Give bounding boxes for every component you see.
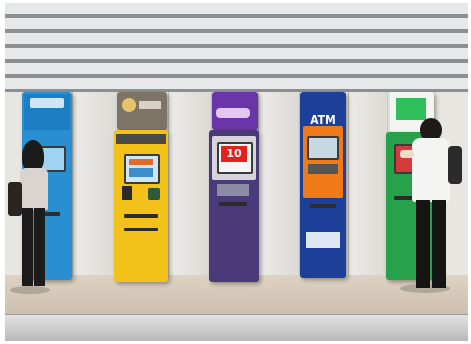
atm-screen: 10 [217, 142, 253, 174]
leg [34, 208, 45, 286]
screen-content [129, 168, 153, 177]
backpack [448, 146, 462, 184]
cash-slot [219, 202, 247, 206]
atm-header-text: ATM [310, 113, 336, 126]
leg [432, 200, 446, 288]
white-top [20, 168, 48, 210]
louvered-ceiling [5, 3, 468, 93]
atm-header [24, 94, 70, 130]
bank-logo-text [139, 101, 161, 109]
atm-top-strip [116, 134, 166, 144]
atm-screen [307, 136, 339, 160]
arm [400, 150, 414, 158]
screen-banner [129, 159, 153, 165]
bank-logo [216, 108, 250, 118]
promo-badge: 10 [221, 146, 247, 162]
person-man [400, 118, 462, 290]
keypad [308, 164, 338, 174]
atm-lobby-photo: 10 ATM [0, 0, 471, 344]
white-shirt [412, 138, 450, 202]
leg [416, 200, 430, 288]
bank-logo [396, 98, 426, 120]
wall-panel [258, 92, 300, 275]
leg [22, 208, 33, 286]
atm-screen [124, 154, 160, 184]
card-reader [148, 188, 160, 200]
handbag [8, 182, 22, 216]
cash-slot [310, 204, 336, 208]
wall-panel [72, 92, 118, 275]
info-sticker [306, 232, 340, 248]
atm-fascia [303, 126, 343, 198]
wall-panel [348, 92, 388, 275]
person-woman [8, 140, 50, 290]
atm-dark-blue: ATM [300, 92, 346, 278]
cash-slot [124, 214, 158, 218]
wall-panel [168, 92, 212, 275]
receipt-slot [124, 228, 158, 231]
atm-yellow-header [117, 92, 167, 130]
foreground-ledge [5, 314, 468, 341]
bank-logo [30, 98, 64, 108]
bank-logo [122, 98, 136, 112]
keypad [217, 184, 249, 196]
atm-purple: 10 [209, 130, 259, 282]
atm-purple-header [212, 92, 258, 130]
atm-yellow [114, 130, 168, 282]
keypad [122, 186, 132, 200]
